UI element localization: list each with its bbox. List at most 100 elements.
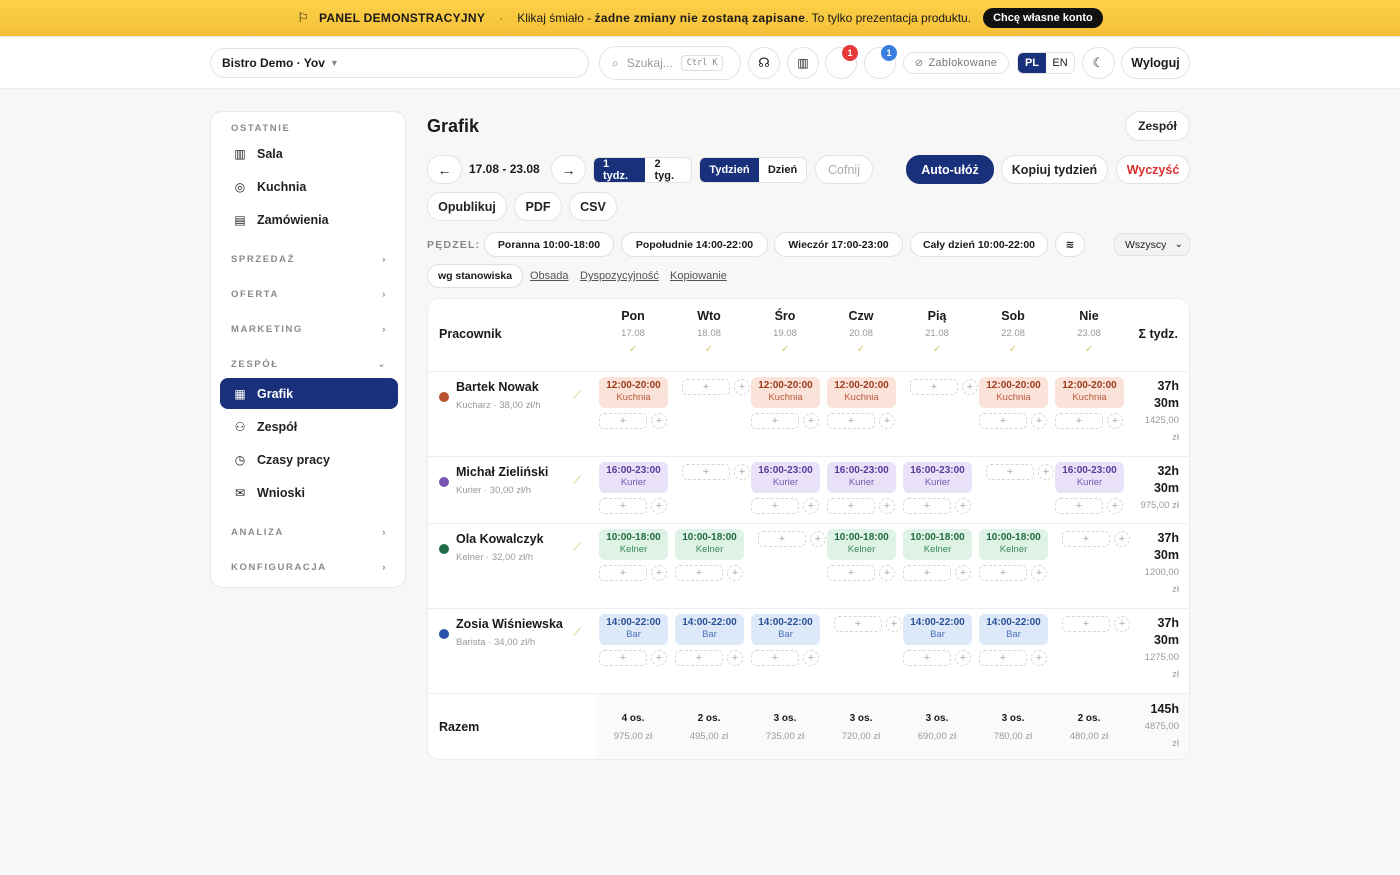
add-shift-button[interactable]: + xyxy=(1055,413,1103,429)
day-view-option[interactable]: Dzień xyxy=(759,158,806,182)
shift-block[interactable]: 16:00-23:00 Kurier xyxy=(751,462,820,493)
check-icon[interactable]: ✓ xyxy=(978,344,1048,355)
add-custom-button[interactable]: + xyxy=(727,650,743,666)
add-custom-button[interactable]: + xyxy=(1031,413,1047,429)
add-shift-button[interactable]: + xyxy=(682,379,730,395)
lang-pl[interactable]: PL xyxy=(1018,53,1046,73)
csv-button[interactable]: CSV xyxy=(569,192,617,221)
add-shift-button[interactable]: + xyxy=(599,565,647,581)
pencil-icon[interactable]: ⟋ xyxy=(573,625,581,640)
add-shift-button[interactable]: + xyxy=(827,498,875,514)
add-shift-button[interactable]: + xyxy=(675,650,723,666)
alerts-button[interactable]: 1 xyxy=(825,45,858,79)
team-button[interactable]: Zespół xyxy=(1125,111,1190,141)
blocked-toggle[interactable]: ⊘ Zablokowane xyxy=(903,52,1009,74)
add-shift-button[interactable]: + xyxy=(827,565,875,581)
add-custom-button[interactable]: + xyxy=(803,413,819,429)
add-custom-button[interactable]: + xyxy=(810,531,826,547)
employee-name[interactable]: Bartek Nowak xyxy=(456,380,539,394)
add-shift-button[interactable]: + xyxy=(758,531,806,547)
add-custom-button[interactable]: + xyxy=(879,498,895,514)
shift-block[interactable]: 14:00-22:00 Bar xyxy=(903,614,972,645)
shift-block[interactable]: 14:00-22:00 Bar xyxy=(675,614,744,645)
add-shift-button[interactable]: + xyxy=(979,565,1027,581)
add-shift-button[interactable]: + xyxy=(979,413,1027,429)
next-week-button[interactable]: → xyxy=(551,155,586,184)
shift-block[interactable]: 10:00-18:00 Kelner xyxy=(903,529,972,560)
map-button[interactable]: ▥ xyxy=(787,47,819,79)
brush-preset-morning[interactable]: Poranna 10:00-18:00 xyxy=(484,232,614,257)
link-availability[interactable]: Dyspozycyjność xyxy=(580,270,659,282)
add-custom-button[interactable]: + xyxy=(651,650,667,666)
add-shift-button[interactable]: + xyxy=(1055,498,1103,514)
shift-block[interactable]: 10:00-18:00 Kelner xyxy=(599,529,668,560)
add-shift-button[interactable]: + xyxy=(751,498,799,514)
shift-block[interactable]: 14:00-22:00 Bar xyxy=(979,614,1048,645)
add-custom-button[interactable]: + xyxy=(886,616,902,632)
shift-block[interactable]: 10:00-18:00 Kelner xyxy=(979,529,1048,560)
add-shift-button[interactable]: + xyxy=(903,498,951,514)
theme-toggle[interactable]: ☾ xyxy=(1082,47,1115,79)
shift-block[interactable]: 10:00-18:00 Kelner xyxy=(675,529,744,560)
add-custom-button[interactable]: + xyxy=(651,498,667,514)
week-view-option[interactable]: Tydzień xyxy=(700,158,759,182)
brush-eraser-button[interactable]: ≋ xyxy=(1055,232,1085,257)
shift-block[interactable]: 12:00-20:00 Kuchnia xyxy=(1055,377,1124,408)
add-shift-button[interactable]: + xyxy=(910,379,958,395)
add-custom-button[interactable]: + xyxy=(1031,650,1047,666)
messages-button[interactable]: 1 xyxy=(864,45,897,79)
publish-button[interactable]: Opublikuj xyxy=(427,192,507,221)
add-custom-button[interactable]: + xyxy=(955,565,971,581)
employee-name[interactable]: Zosia Wiśniewska xyxy=(456,617,563,631)
add-shift-button[interactable]: + xyxy=(599,413,647,429)
add-custom-button[interactable]: + xyxy=(1031,565,1047,581)
two-weeks-option[interactable]: 2 tyg. xyxy=(645,158,691,182)
sidebar-section-config[interactable]: KONFIGURACJA › xyxy=(231,562,387,573)
brush-preset-full-day[interactable]: Cały dzień 10:00-22:00 xyxy=(910,232,1048,257)
create-account-button[interactable]: Chcę własne konto xyxy=(983,8,1103,28)
add-shift-button[interactable]: + xyxy=(599,650,647,666)
add-custom-button[interactable]: + xyxy=(955,650,971,666)
lang-en[interactable]: EN xyxy=(1046,57,1074,69)
check-icon[interactable]: ✓ xyxy=(598,344,668,355)
shift-block[interactable]: 12:00-20:00 Kuchnia xyxy=(751,377,820,408)
copy-week-button[interactable]: Kopiuj tydzień xyxy=(1001,155,1108,184)
brush-preset-evening[interactable]: Wieczór 17:00-23:00 xyxy=(774,232,903,257)
clear-button[interactable]: Wyczyść xyxy=(1116,155,1190,184)
restaurant-selector[interactable]: Bistro Demo · Yov ▼ xyxy=(210,48,589,78)
shift-block[interactable]: 16:00-23:00 Kurier xyxy=(903,462,972,493)
add-shift-button[interactable]: + xyxy=(903,650,951,666)
add-shift-button[interactable]: + xyxy=(1062,616,1110,632)
check-icon[interactable]: ✓ xyxy=(1054,344,1124,355)
pencil-icon[interactable]: ⟋ xyxy=(573,540,581,555)
shift-block[interactable]: 14:00-22:00 Bar xyxy=(599,614,668,645)
one-week-option[interactable]: 1 tydz. xyxy=(594,158,646,182)
sidebar-item-czasy-pracy[interactable]: ◷ Czasy pracy xyxy=(220,444,398,475)
sidebar-item-zespol[interactable]: ⚇ Zespół xyxy=(220,411,398,442)
sidebar-section-marketing[interactable]: MARKETING › xyxy=(231,324,387,335)
link-staffing[interactable]: Obsada xyxy=(530,270,569,282)
add-custom-button[interactable]: + xyxy=(734,464,750,480)
add-shift-button[interactable]: + xyxy=(682,464,730,480)
search-box[interactable]: ⌕ Szukaj... Ctrl K xyxy=(599,46,741,80)
add-custom-button[interactable]: + xyxy=(879,565,895,581)
pencil-icon[interactable]: ⟋ xyxy=(573,388,581,403)
add-custom-button[interactable]: + xyxy=(727,565,743,581)
shift-block[interactable]: 16:00-23:00 Kurier xyxy=(599,462,668,493)
add-custom-button[interactable]: + xyxy=(651,413,667,429)
employee-name[interactable]: Michał Zieliński xyxy=(456,465,548,479)
add-shift-button[interactable]: + xyxy=(675,565,723,581)
add-shift-button[interactable]: + xyxy=(1062,531,1110,547)
add-shift-button[interactable]: + xyxy=(751,650,799,666)
link-copying[interactable]: Kopiowanie xyxy=(670,270,727,282)
logout-button[interactable]: Wyloguj xyxy=(1121,47,1190,79)
shift-block[interactable]: 16:00-23:00 Kurier xyxy=(827,462,896,493)
sidebar-item-zamowienia[interactable]: ▤ Zamówienia xyxy=(220,204,398,235)
add-custom-button[interactable]: + xyxy=(803,498,819,514)
view-by-position-chip[interactable]: wg stanowiska xyxy=(427,264,523,288)
sidebar-section-offer[interactable]: OFERTA › xyxy=(231,289,387,300)
shift-block[interactable]: 12:00-20:00 Kuchnia xyxy=(599,377,668,408)
add-shift-button[interactable]: + xyxy=(986,464,1034,480)
shift-block[interactable]: 12:00-20:00 Kuchnia xyxy=(979,377,1048,408)
shift-block[interactable]: 10:00-18:00 Kelner xyxy=(827,529,896,560)
